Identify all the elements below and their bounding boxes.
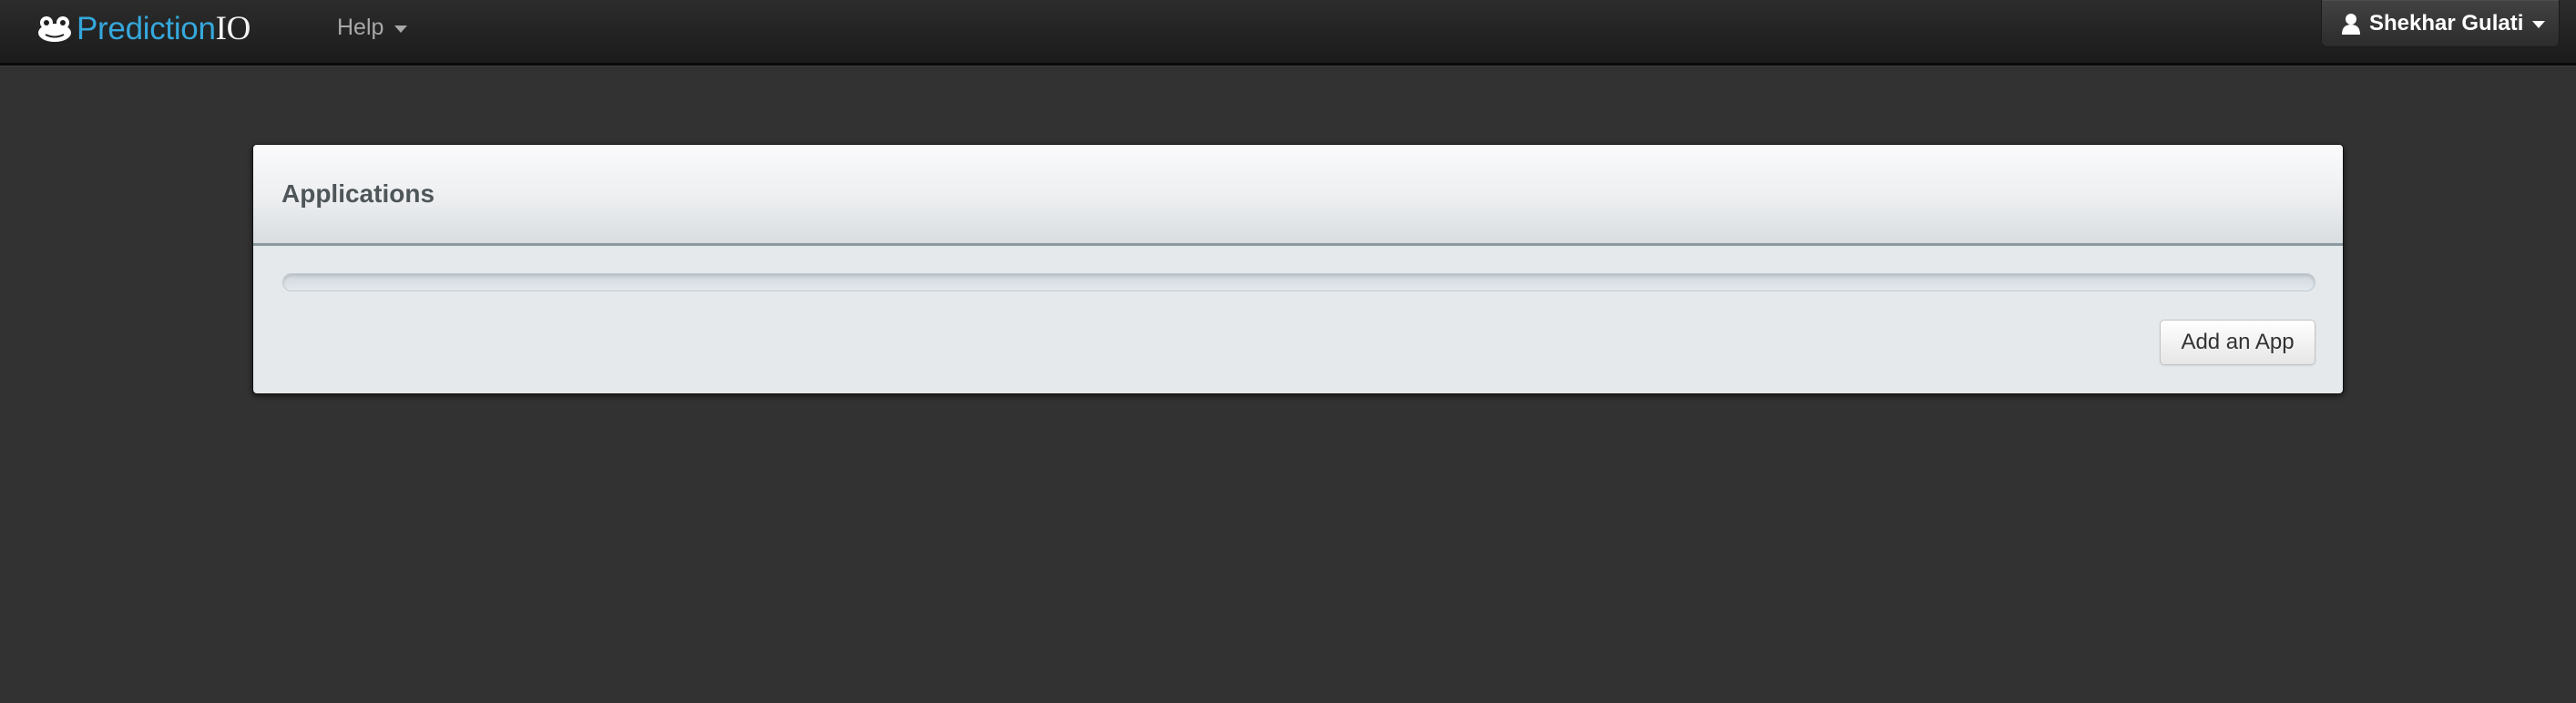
applications-panel: Applications Add an App [252,144,2344,394]
user-icon [2342,13,2360,35]
top-navbar: PredictionIO Help Shekhar Gulati [0,0,2576,66]
brand-name-part2: IO [215,10,251,47]
brand-logo-link[interactable]: PredictionIO [36,9,250,49]
help-menu-label: Help [337,14,384,40]
user-name: Shekhar Gulati [2369,10,2524,36]
brand-name-part1: Prediction [77,11,216,46]
loading-progress-bar [282,273,2315,291]
frog-logo-icon [38,16,71,42]
user-menu-button[interactable]: Shekhar Gulati [2321,0,2560,47]
brand-name: PredictionIO [77,9,250,49]
help-menu[interactable]: Help [337,13,408,42]
caret-down-icon [394,25,408,33]
panel-header: Applications [253,145,2343,246]
panel-title: Applications [281,179,435,208]
caret-down-icon [2532,21,2546,28]
add-app-button[interactable]: Add an App [2160,320,2315,365]
